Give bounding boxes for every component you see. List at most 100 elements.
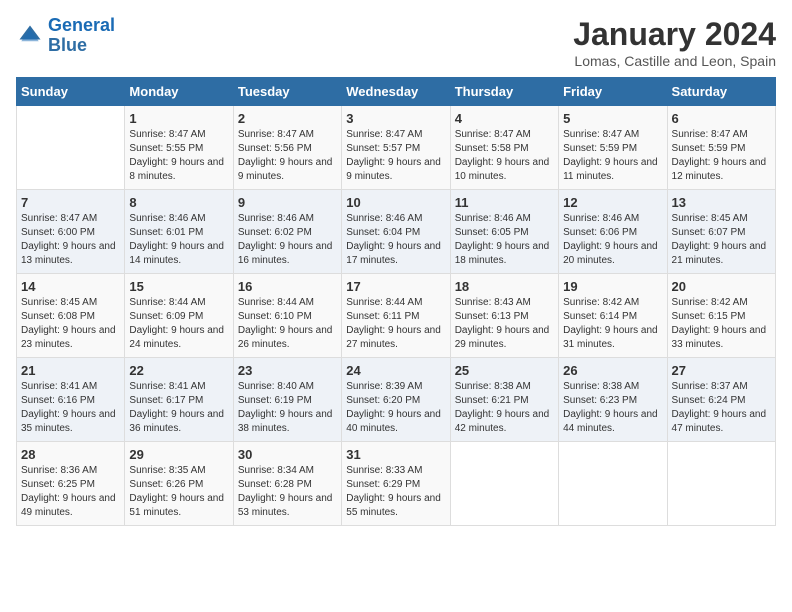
day-number: 21	[21, 363, 120, 378]
calendar-cell: 1 Sunrise: 8:47 AMSunset: 5:55 PMDaylight…	[125, 106, 233, 190]
cell-info: Sunrise: 8:47 AMSunset: 5:58 PMDaylight:…	[455, 128, 554, 184]
page-header: General Blue January 2024 Lomas, Castill…	[16, 16, 776, 69]
calendar-cell: 23 Sunrise: 8:40 AMSunset: 6:19 PMDayligh…	[233, 358, 341, 442]
header-row: SundayMondayTuesdayWednesdayThursdayFrid…	[17, 78, 776, 106]
logo-text: General Blue	[48, 16, 115, 56]
calendar-cell: 20 Sunrise: 8:42 AMSunset: 6:15 PMDayligh…	[667, 274, 775, 358]
day-number: 23	[238, 363, 337, 378]
day-number: 4	[455, 111, 554, 126]
cell-info: Sunrise: 8:43 AMSunset: 6:13 PMDaylight:…	[455, 296, 554, 352]
cell-info: Sunrise: 8:46 AMSunset: 6:02 PMDaylight:…	[238, 212, 337, 268]
calendar-cell: 5Sunrise: 8:47 AMSunset: 5:59 PMDaylight…	[559, 106, 667, 190]
cell-info: Sunrise: 8:46 AMSunset: 6:01 PMDaylight:…	[129, 212, 228, 268]
calendar-cell	[559, 442, 667, 526]
calendar-cell: 8 Sunrise: 8:46 AMSunset: 6:01 PMDaylight…	[125, 190, 233, 274]
cell-info: Sunrise: 8:46 AMSunset: 6:06 PMDaylight:…	[563, 212, 662, 268]
cell-info: Sunrise: 8:47 AMSunset: 5:55 PMDaylight:…	[129, 128, 228, 184]
day-number: 8	[129, 195, 228, 210]
cell-info: Sunrise: 8:47 AMSunset: 5:59 PMDaylight:…	[672, 128, 771, 184]
cell-info: Sunrise: 8:45 AMSunset: 6:08 PMDaylight:…	[21, 296, 120, 352]
day-number: 28	[21, 447, 120, 462]
day-number: 15	[129, 279, 228, 294]
cell-info: Sunrise: 8:37 AMSunset: 6:24 PMDaylight:…	[672, 380, 771, 436]
cell-info: Sunrise: 8:47 AMSunset: 6:00 PMDaylight:…	[21, 212, 120, 268]
calendar-cell: 4 Sunrise: 8:47 AMSunset: 5:58 PMDaylight…	[450, 106, 558, 190]
day-number: 26	[563, 363, 662, 378]
cell-info: Sunrise: 8:36 AMSunset: 6:25 PMDaylight:…	[21, 464, 120, 520]
day-number: 1	[129, 111, 228, 126]
month-title: January 2024	[573, 16, 776, 53]
day-number: 18	[455, 279, 554, 294]
day-number: 9	[238, 195, 337, 210]
cell-info: Sunrise: 8:45 AMSunset: 6:07 PMDaylight:…	[672, 212, 771, 268]
day-number: 11	[455, 195, 554, 210]
day-number: 30	[238, 447, 337, 462]
day-number: 19	[563, 279, 662, 294]
calendar-header: SundayMondayTuesdayWednesdayThursdayFrid…	[17, 78, 776, 106]
day-number: 2	[238, 111, 337, 126]
calendar-cell	[667, 442, 775, 526]
calendar-table: SundayMondayTuesdayWednesdayThursdayFrid…	[16, 77, 776, 526]
day-number: 20	[672, 279, 771, 294]
header-day-friday: Friday	[559, 78, 667, 106]
cell-info: Sunrise: 8:34 AMSunset: 6:28 PMDaylight:…	[238, 464, 337, 520]
day-number: 3	[346, 111, 445, 126]
cell-info: Sunrise: 8:44 AMSunset: 6:09 PMDaylight:…	[129, 296, 228, 352]
day-number: 16	[238, 279, 337, 294]
cell-info: Sunrise: 8:44 AMSunset: 6:11 PMDaylight:…	[346, 296, 445, 352]
calendar-cell: 27 Sunrise: 8:37 AMSunset: 6:24 PMDayligh…	[667, 358, 775, 442]
week-row-0: 1 Sunrise: 8:47 AMSunset: 5:55 PMDaylight…	[17, 106, 776, 190]
header-day-tuesday: Tuesday	[233, 78, 341, 106]
header-day-thursday: Thursday	[450, 78, 558, 106]
day-number: 25	[455, 363, 554, 378]
week-row-3: 21 Sunrise: 8:41 AMSunset: 6:16 PMDayligh…	[17, 358, 776, 442]
week-row-2: 14Sunrise: 8:45 AMSunset: 6:08 PMDayligh…	[17, 274, 776, 358]
header-day-saturday: Saturday	[667, 78, 775, 106]
cell-info: Sunrise: 8:42 AMSunset: 6:15 PMDaylight:…	[672, 296, 771, 352]
cell-info: Sunrise: 8:41 AMSunset: 6:16 PMDaylight:…	[21, 380, 120, 436]
day-number: 27	[672, 363, 771, 378]
day-number: 12	[563, 195, 662, 210]
calendar-cell: 3 Sunrise: 8:47 AMSunset: 5:57 PMDaylight…	[342, 106, 450, 190]
calendar-cell: 28 Sunrise: 8:36 AMSunset: 6:25 PMDayligh…	[17, 442, 125, 526]
calendar-cell: 9 Sunrise: 8:46 AMSunset: 6:02 PMDaylight…	[233, 190, 341, 274]
calendar-cell: 24Sunrise: 8:39 AMSunset: 6:20 PMDayligh…	[342, 358, 450, 442]
week-row-4: 28 Sunrise: 8:36 AMSunset: 6:25 PMDayligh…	[17, 442, 776, 526]
day-number: 13	[672, 195, 771, 210]
calendar-cell: 18 Sunrise: 8:43 AMSunset: 6:13 PMDayligh…	[450, 274, 558, 358]
day-number: 31	[346, 447, 445, 462]
calendar-cell: 10Sunrise: 8:46 AMSunset: 6:04 PMDayligh…	[342, 190, 450, 274]
cell-info: Sunrise: 8:44 AMSunset: 6:10 PMDaylight:…	[238, 296, 337, 352]
calendar-cell: 31 Sunrise: 8:33 AMSunset: 6:29 PMDayligh…	[342, 442, 450, 526]
calendar-cell: 30 Sunrise: 8:34 AMSunset: 6:28 PMDayligh…	[233, 442, 341, 526]
calendar-cell: 11 Sunrise: 8:46 AMSunset: 6:05 PMDayligh…	[450, 190, 558, 274]
cell-info: Sunrise: 8:46 AMSunset: 6:04 PMDaylight:…	[346, 212, 445, 268]
cell-info: Sunrise: 8:47 AMSunset: 5:57 PMDaylight:…	[346, 128, 445, 184]
calendar-cell: 19Sunrise: 8:42 AMSunset: 6:14 PMDayligh…	[559, 274, 667, 358]
calendar-cell: 16 Sunrise: 8:44 AMSunset: 6:10 PMDayligh…	[233, 274, 341, 358]
cell-info: Sunrise: 8:38 AMSunset: 6:23 PMDaylight:…	[563, 380, 662, 436]
calendar-cell: 17Sunrise: 8:44 AMSunset: 6:11 PMDayligh…	[342, 274, 450, 358]
calendar-cell: 12 Sunrise: 8:46 AMSunset: 6:06 PMDayligh…	[559, 190, 667, 274]
header-day-monday: Monday	[125, 78, 233, 106]
calendar-cell: 22 Sunrise: 8:41 AMSunset: 6:17 PMDayligh…	[125, 358, 233, 442]
calendar-cell: 15 Sunrise: 8:44 AMSunset: 6:09 PMDayligh…	[125, 274, 233, 358]
week-row-1: 7 Sunrise: 8:47 AMSunset: 6:00 PMDaylight…	[17, 190, 776, 274]
calendar-cell: 13 Sunrise: 8:45 AMSunset: 6:07 PMDayligh…	[667, 190, 775, 274]
logo-icon	[16, 22, 44, 50]
cell-info: Sunrise: 8:41 AMSunset: 6:17 PMDaylight:…	[129, 380, 228, 436]
day-number: 22	[129, 363, 228, 378]
calendar-cell: 7 Sunrise: 8:47 AMSunset: 6:00 PMDaylight…	[17, 190, 125, 274]
cell-info: Sunrise: 8:40 AMSunset: 6:19 PMDaylight:…	[238, 380, 337, 436]
calendar-cell: 26 Sunrise: 8:38 AMSunset: 6:23 PMDayligh…	[559, 358, 667, 442]
day-number: 7	[21, 195, 120, 210]
day-number: 5	[563, 111, 662, 126]
day-number: 24	[346, 363, 445, 378]
logo: General Blue	[16, 16, 115, 56]
calendar-cell: 29Sunrise: 8:35 AMSunset: 6:26 PMDayligh…	[125, 442, 233, 526]
cell-info: Sunrise: 8:33 AMSunset: 6:29 PMDaylight:…	[346, 464, 445, 520]
calendar-cell: 14Sunrise: 8:45 AMSunset: 6:08 PMDayligh…	[17, 274, 125, 358]
calendar-cell: 2Sunrise: 8:47 AMSunset: 5:56 PMDaylight…	[233, 106, 341, 190]
cell-info: Sunrise: 8:46 AMSunset: 6:05 PMDaylight:…	[455, 212, 554, 268]
title-block: January 2024 Lomas, Castille and Leon, S…	[573, 16, 776, 69]
